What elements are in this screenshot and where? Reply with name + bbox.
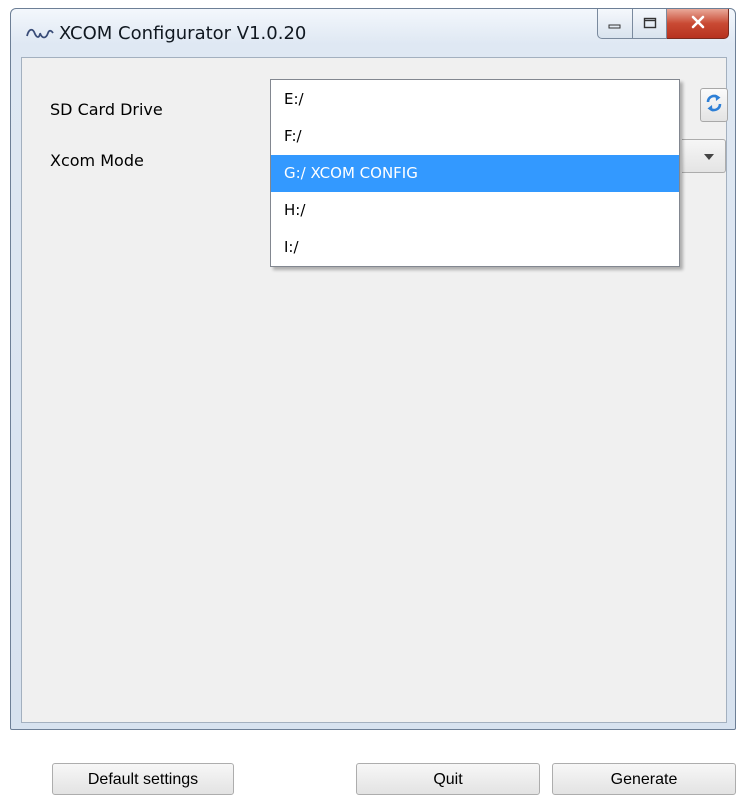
dropdown-option-g-selected[interactable]: G:/ XCOM CONFIG — [271, 155, 679, 192]
minimize-button[interactable] — [597, 9, 633, 39]
generate-button[interactable]: Generate — [552, 763, 736, 795]
close-icon — [690, 14, 706, 33]
xcom-mode-select[interactable] — [682, 139, 726, 173]
close-button[interactable] — [667, 9, 729, 39]
dropdown-option-i[interactable]: I:/ — [271, 229, 679, 266]
chevron-down-icon — [704, 154, 714, 160]
maximize-icon — [643, 14, 657, 33]
dropdown-option-h[interactable]: H:/ — [271, 192, 679, 229]
refresh-button[interactable] — [700, 88, 728, 122]
title-bar[interactable]: XCOM Configurator V1.0.20 — [11, 9, 735, 57]
sd-card-drive-dropdown-list[interactable]: E:/ F:/ G:/ XCOM CONFIG H:/ I:/ — [270, 79, 680, 267]
caption-buttons — [597, 9, 729, 39]
default-settings-button[interactable]: Default settings — [52, 763, 234, 795]
xcom-mode-label: Xcom Mode — [50, 151, 144, 170]
refresh-icon — [705, 93, 723, 117]
window-title: XCOM Configurator V1.0.20 — [59, 23, 307, 44]
dropdown-option-f[interactable]: F:/ — [271, 118, 679, 155]
sd-card-drive-label: SD Card Drive — [50, 100, 163, 119]
waveform-logo-icon — [26, 25, 54, 45]
maximize-button[interactable] — [633, 9, 667, 39]
quit-button[interactable]: Quit — [356, 763, 540, 795]
dropdown-option-e[interactable]: E:/ — [271, 81, 679, 118]
minimize-icon — [608, 14, 622, 33]
